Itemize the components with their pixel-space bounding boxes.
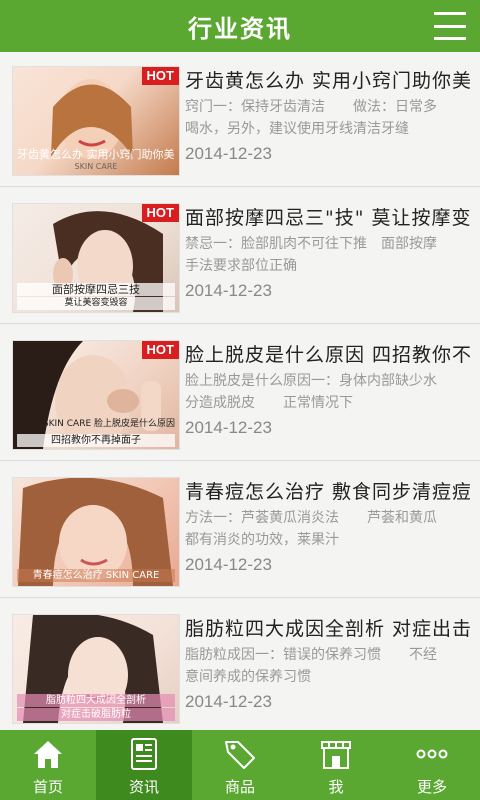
article-description: 脂肪粒成因一：错误的保养习惯 不经意间养成的保养习惯: [185, 647, 437, 685]
article-thumbnail: 脂肪粒四大成因全剖析 对症击破脂肪粒: [12, 614, 180, 724]
tab-label: 首页: [32, 778, 63, 796]
store-icon: [321, 741, 351, 769]
list-item[interactable]: 脂肪粒四大成因全剖析 对症击破脂肪粒 脂肪粒四大成因全剖析 对症出击 脂肪粒成因…: [0, 600, 480, 730]
tab-label: 更多: [416, 778, 447, 796]
article-date: 2014-12-23: [185, 281, 272, 300]
article-description: 窍门一：保持牙齿清洁 做法：日常多喝水，另外，建议使用牙线清洁牙缝: [185, 99, 437, 137]
article-list[interactable]: 牙齿黄怎么办 实用小窍门助你美白牙齿 SKIN CARE HOT 牙齿黄怎么办 …: [0, 52, 480, 730]
thumbnail-subcaption: SKIN CARE: [74, 162, 118, 171]
article-title: 青春痘怎么治疗 敷食同步清痘痘: [185, 481, 470, 503]
thumbnail-subcaption: 莫让美容变毁容: [17, 297, 175, 310]
tab-products[interactable]: 商品: [192, 730, 288, 800]
news-icon: [131, 738, 157, 770]
article-date: 2014-12-23: [185, 418, 272, 437]
article-thumbnail: 面部按摩四忌三技 莫让美容变毁容 HOT: [12, 203, 180, 313]
article-description: 禁忌一：脸部肌肉不可往下推 面部按摩手法要求部位正确: [185, 236, 437, 274]
tab-news[interactable]: 资讯: [96, 730, 192, 800]
article-title: 脸上脱皮是什么原因 四招教你不再掉面子: [185, 344, 470, 366]
article-description: 脸上脱皮是什么原因一：身体内部缺少水分造成脱皮 正常情况下: [185, 373, 437, 411]
hot-badge: HOT: [141, 204, 179, 222]
thumbnail-caption: 面部按摩四忌三技: [17, 283, 175, 296]
hot-badge: HOT: [141, 67, 179, 85]
tab-label: 商品: [224, 778, 255, 796]
thumbnail-subcaption: 对症击破脂肪粒: [17, 708, 175, 721]
article-date: 2014-12-23: [185, 692, 272, 711]
hot-badge: HOT: [141, 341, 179, 359]
tab-label: 资讯: [128, 778, 159, 796]
list-item[interactable]: 面部按摩四忌三技 莫让美容变毁容 HOT 面部按摩四忌三"技" 莫让按摩变伤害 …: [0, 189, 480, 324]
tab-home[interactable]: 首页: [0, 730, 96, 800]
hamburger-menu-icon[interactable]: [434, 10, 466, 42]
article-title: 牙齿黄怎么办 实用小窍门助你美白牙齿: [185, 70, 470, 92]
article-date: 2014-12-23: [185, 144, 272, 163]
list-item[interactable]: 牙齿黄怎么办 实用小窍门助你美白牙齿 SKIN CARE HOT 牙齿黄怎么办 …: [0, 52, 480, 187]
article-thumbnail: 青春痘怎么治疗 SKIN CARE: [12, 477, 180, 587]
article-thumbnail: SKIN CARE 脸上脱皮是什么原因 四招教你不再掉面子 HOT: [12, 340, 180, 450]
thumbnail-caption: SKIN CARE 脸上脱皮是什么原因: [42, 419, 175, 429]
bottom-tab-bar: 首页 资讯 商品 我 更多: [0, 730, 480, 800]
more-dots-icon: [416, 749, 448, 759]
tab-more[interactable]: 更多: [384, 730, 480, 800]
article-date: 2014-12-23: [185, 555, 272, 574]
article-description: 方法一：芦荟黄瓜消炎法 芦荟和黄瓜都有消炎的功效，莱果汁: [185, 510, 437, 548]
thumbnail-caption: 脂肪粒四大成因全剖析: [17, 694, 175, 707]
thumbnail-caption: 青春痘怎么治疗 SKIN CARE: [17, 569, 175, 582]
list-item[interactable]: SKIN CARE 脸上脱皮是什么原因 四招教你不再掉面子 HOT 脸上脱皮是什…: [0, 326, 480, 461]
home-icon: [34, 741, 62, 768]
page-title: 行业资讯: [188, 13, 292, 43]
list-item[interactable]: 青春痘怎么治疗 SKIN CARE 青春痘怎么治疗 敷食同步清痘痘 方法一：芦荟…: [0, 463, 480, 598]
article-title: 面部按摩四忌三"技" 莫让按摩变伤害: [185, 207, 470, 229]
tab-me[interactable]: 我: [288, 730, 384, 800]
thumbnail-subcaption: 四招教你不再掉面子: [17, 434, 175, 447]
article-thumbnail: 牙齿黄怎么办 实用小窍门助你美白牙齿 SKIN CARE HOT: [12, 66, 180, 176]
tab-label: 我: [328, 778, 344, 796]
article-title: 脂肪粒四大成因全剖析 对症出击: [185, 618, 470, 640]
app-header: 行业资讯: [0, 0, 480, 52]
tag-icon: [225, 741, 255, 769]
